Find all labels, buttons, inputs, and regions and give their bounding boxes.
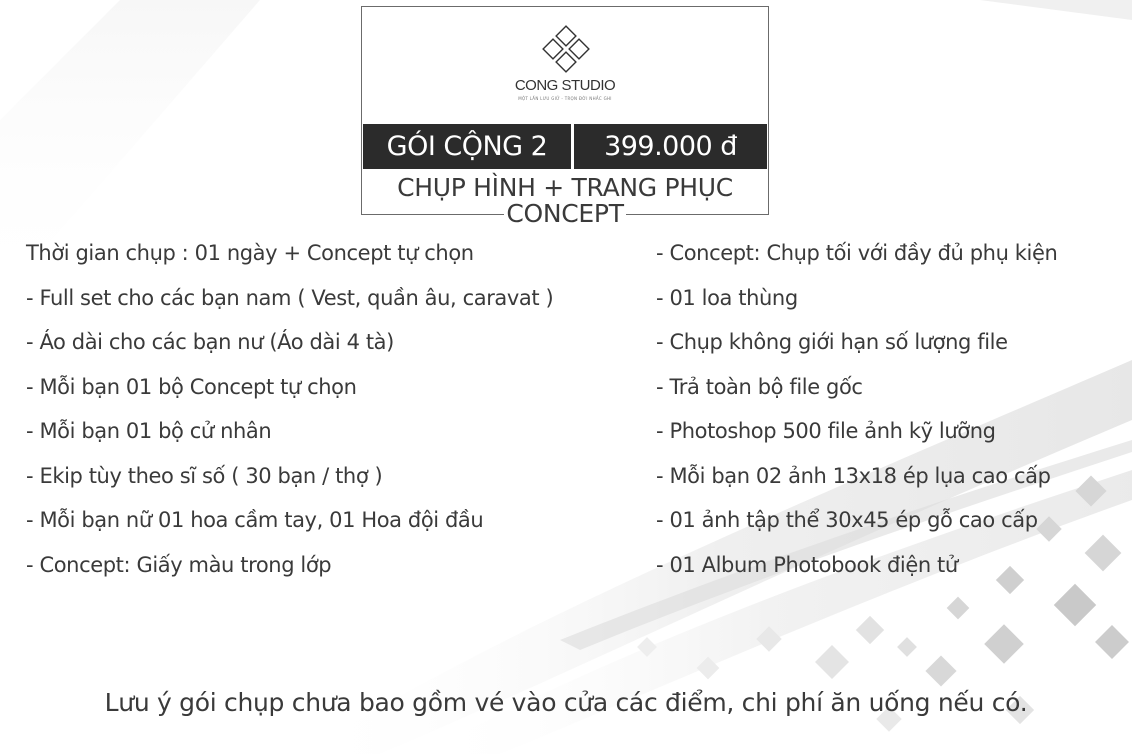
left-feature-list: Thời gian chụp : 01 ngày + Concept tự ch… <box>26 236 646 592</box>
studio-slogan: MỘT LẦN LƯU GIỮ - TRỌN ĐỜI NHẮC GHI <box>518 96 612 101</box>
right-feature-list: - Concept: Chụp tối với đầy đủ phụ kiện … <box>656 236 1126 592</box>
package-price: 399.000 đ <box>604 131 737 162</box>
list-item: - Concept: Giấy màu trong lớp <box>26 552 332 577</box>
list-item: - Concept: Chụp tối với đầy đủ phụ kiện <box>656 241 1058 265</box>
list-item: - 01 Album Photobook điện tử <box>656 552 958 577</box>
divider-rule-left <box>361 213 505 215</box>
list-item: - 01 ảnh tập thể 30x45 ép gỗ cao cấp <box>656 508 1038 532</box>
list-item: Thời gian chụp : 01 ngày + Concept tự ch… <box>26 241 474 265</box>
package-subtitle-concept: CONCEPT <box>504 199 626 228</box>
list-item: - Photoshop 500 file ảnh kỹ lưỡng <box>656 419 996 443</box>
list-item: - Ekip tùy theo sĩ số ( 30 bạn / thợ ) <box>26 463 383 488</box>
package-subtitle: CHỤP HÌNH + TRANG PHỤC <box>397 173 733 202</box>
list-item: - Áo dài cho các bạn nư (Áo dài 4 tà) <box>26 330 394 354</box>
package-header-card: CONG STUDIO MỘT LẦN LƯU GIỮ - TRỌN ĐỜI N… <box>361 6 769 215</box>
package-name: GÓI CỘNG 2 <box>363 124 574 169</box>
footnote: Lưu ý gói chụp chưa bao gồm vé vào cửa c… <box>104 688 1028 717</box>
package-bar: GÓI CỘNG 2 399.000 đ <box>363 124 767 169</box>
list-item: - Mỗi bạn nữ 01 hoa cầm tay, 01 Hoa đội … <box>26 508 484 532</box>
list-item: - Full set cho các bạn nam ( Vest, quần … <box>26 285 554 310</box>
studio-name: CONG STUDIO <box>514 77 616 94</box>
diamond-flower-icon <box>542 25 590 73</box>
divider-rule-right <box>625 213 769 215</box>
concept-divider: CONCEPT <box>361 200 769 228</box>
list-item: - Mỗi bạn 01 bộ cử nhân <box>26 419 272 443</box>
list-item: - 01 loa thùng <box>656 285 798 310</box>
list-item: - Mỗi bạn 01 bộ Concept tự chọn <box>26 374 357 399</box>
studio-logo: CONG STUDIO MỘT LẦN LƯU GIỮ - TRỌN ĐỜI N… <box>362 7 768 124</box>
list-item: - Trả toàn bộ file gốc <box>656 374 863 399</box>
list-item: - Chụp không giới hạn số lượng file <box>656 330 1008 354</box>
list-item: - Mỗi bạn 02 ảnh 13x18 ép lụa cao cấp <box>656 463 1051 488</box>
